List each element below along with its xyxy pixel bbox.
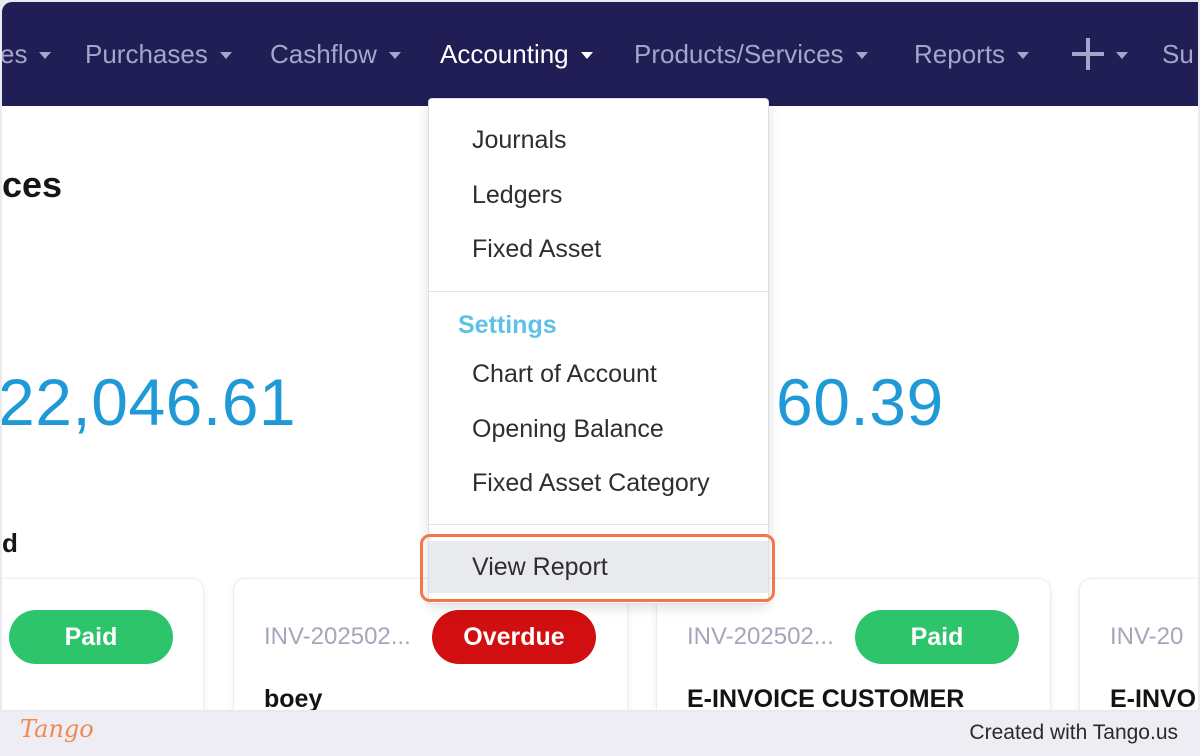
nav-item-purchases[interactable]: Purchases (85, 37, 232, 71)
nav-item-sales[interactable]: es (2, 37, 52, 71)
stat-secondary-value: 60.39 (776, 365, 944, 439)
stat-total-value: 22,046.61 (2, 365, 297, 439)
section-label: d (2, 528, 18, 558)
nav-label: Cashflow (270, 38, 377, 69)
chevron-down-icon (855, 52, 868, 59)
invoice-number: INV-202502... (264, 623, 411, 650)
accounting-dropdown-menu: Journals Ledgers Fixed Asset Settings Ch… (428, 98, 769, 604)
menu-item-opening-balance[interactable]: Opening Balance (429, 403, 768, 455)
menu-item-fixed-asset[interactable]: Fixed Asset (429, 223, 768, 275)
status-badge: Paid (855, 610, 1019, 664)
chevron-down-icon (1116, 52, 1128, 59)
customer-name: E-INVOICE CUSTOMER (687, 685, 965, 710)
nav-label: Reports (914, 38, 1006, 69)
invoice-card[interactable]: INV-20 E-INVO (1079, 578, 1198, 710)
page-title: ces (2, 164, 63, 205)
nav-item-accounting[interactable]: Accounting (440, 37, 593, 71)
tango-footer: Tango Created with Tango.us (0, 712, 1200, 756)
click-highlight (420, 534, 775, 602)
status-badge: Paid (9, 610, 173, 664)
chevron-down-icon (39, 52, 52, 59)
app-window: es Purchases Cashflow Accounting Product… (2, 2, 1198, 710)
nav-item-products-services[interactable]: Products/Services (634, 37, 868, 71)
menu-section-settings: Settings (458, 311, 557, 339)
nav-item-support[interactable]: Su (1162, 37, 1194, 71)
tango-logo: Tango (20, 715, 94, 743)
invoice-number: INV-202502... (687, 623, 834, 650)
status-badge: Overdue (432, 610, 596, 664)
chevron-down-icon (388, 52, 401, 59)
menu-divider (429, 291, 768, 292)
top-navbar: es Purchases Cashflow Accounting Product… (2, 2, 1198, 106)
invoice-number: INV-20 (1110, 623, 1184, 650)
nav-label: Products/Services (634, 38, 844, 69)
customer-name: boey (264, 685, 323, 710)
menu-item-chart-of-account[interactable]: Chart of Account (429, 348, 768, 400)
nav-label: Accounting (440, 38, 569, 69)
nav-label: Su (1162, 38, 1194, 69)
nav-item-add[interactable] (1072, 37, 1140, 71)
nav-item-cashflow[interactable]: Cashflow (270, 37, 401, 71)
menu-item-journals[interactable]: Journals (429, 114, 768, 166)
menu-item-ledgers[interactable]: Ledgers (429, 169, 768, 221)
menu-divider (429, 524, 768, 525)
customer-name: E-INVO (1110, 685, 1197, 710)
tango-credit: Created with Tango.us (969, 721, 1178, 744)
chevron-down-icon (1017, 52, 1030, 59)
chevron-down-icon (219, 52, 232, 59)
invoice-card[interactable]: Paid (2, 578, 204, 710)
menu-item-fixed-asset-category[interactable]: Fixed Asset Category (429, 457, 768, 509)
plus-icon (1072, 36, 1104, 72)
nav-label: Purchases (85, 38, 208, 69)
nav-label: es (2, 38, 28, 69)
chevron-down-icon (580, 52, 593, 59)
nav-item-reports[interactable]: Reports (914, 37, 1030, 71)
